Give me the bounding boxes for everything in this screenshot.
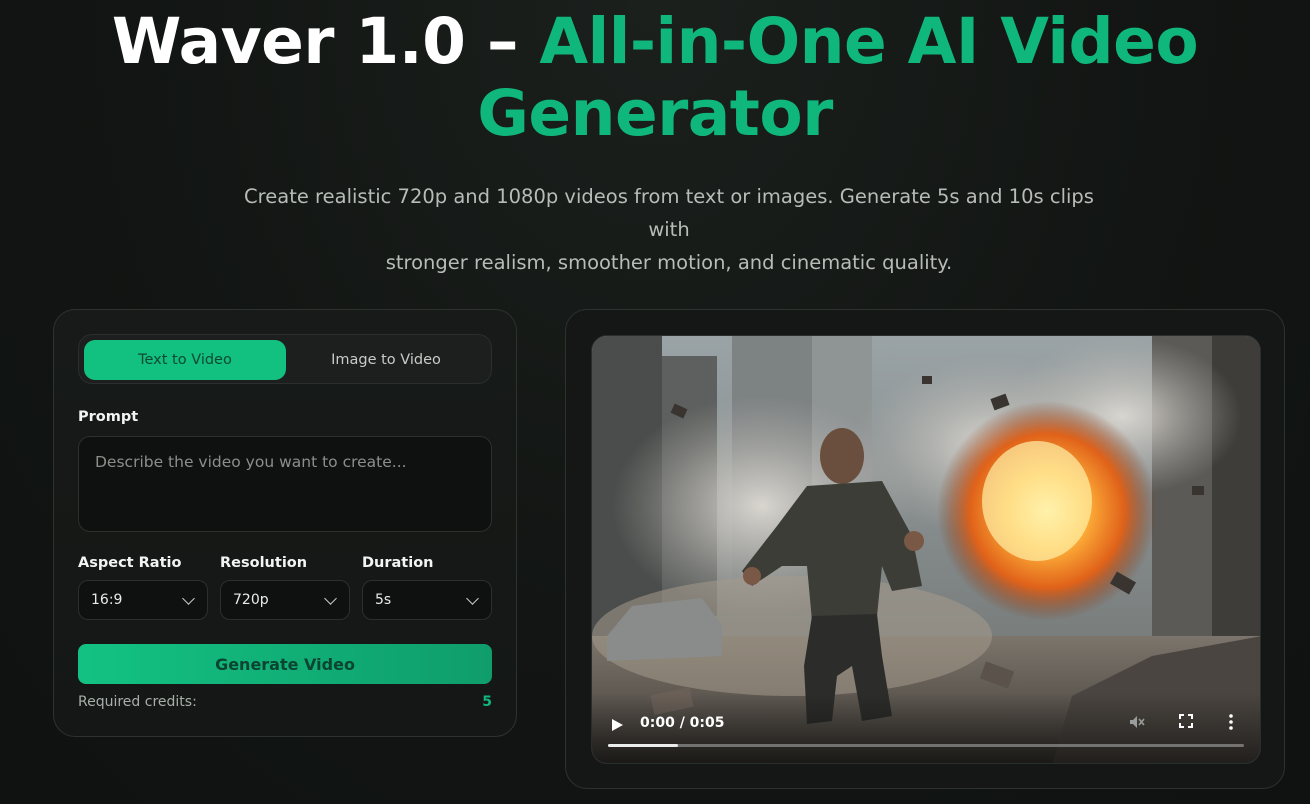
resolution-label: Resolution <box>220 555 308 571</box>
duration-value: 5s <box>375 592 392 608</box>
prompt-label: Prompt <box>78 409 139 425</box>
aspect-ratio-label: Aspect Ratio <box>78 555 182 571</box>
title-highlight-line1: All-in-One AI Video <box>539 5 1199 78</box>
play-icon[interactable] <box>612 719 623 731</box>
video-progress-fill <box>608 744 678 747</box>
more-options-icon[interactable] <box>1228 713 1234 731</box>
page-subtitle: Create realistic 720p and 1080p videos f… <box>225 180 1113 279</box>
subtitle-line1: Create realistic 720p and 1080p videos f… <box>244 185 1094 241</box>
credits-label: Required credits: <box>78 694 197 710</box>
prompt-input[interactable] <box>78 436 492 532</box>
chevron-down-icon <box>182 592 195 605</box>
aspect-ratio-value: 16:9 <box>91 592 123 608</box>
video-controls: 0:00 / 0:05 <box>592 693 1260 763</box>
mute-icon[interactable] <box>1128 713 1146 731</box>
chevron-down-icon <box>324 592 337 605</box>
resolution-value: 720p <box>233 592 269 608</box>
video-preview-panel: 0:00 / 0:05 <box>565 309 1285 789</box>
video-progress-bar[interactable] <box>608 744 1244 747</box>
duration-label: Duration <box>362 555 434 571</box>
chevron-down-icon <box>466 592 479 605</box>
aspect-ratio-select[interactable]: 16:9 <box>78 580 208 620</box>
resolution-select[interactable]: 720p <box>220 580 350 620</box>
mode-tabs: Text to Video Image to Video <box>78 334 492 384</box>
tab-image-to-video[interactable]: Image to Video <box>285 340 487 380</box>
credits-value: 5 <box>482 694 492 710</box>
duration-select[interactable]: 5s <box>362 580 492 620</box>
subtitle-line2: stronger realism, smoother motion, and c… <box>385 251 953 274</box>
video-player[interactable]: 0:00 / 0:05 <box>591 335 1261 764</box>
title-brand: Waver 1.0 – <box>111 5 540 78</box>
fullscreen-icon[interactable] <box>1178 713 1194 729</box>
video-time: 0:00 / 0:05 <box>640 715 725 731</box>
tab-text-to-video[interactable]: Text to Video <box>84 340 286 380</box>
page-title: Waver 1.0 – All-in-One AI Video Generato… <box>0 6 1310 150</box>
title-highlight-line2: Generator <box>477 77 833 150</box>
generate-video-button[interactable]: Generate Video <box>78 644 492 684</box>
generator-panel: Text to Video Image to Video Prompt Aspe… <box>53 309 517 737</box>
